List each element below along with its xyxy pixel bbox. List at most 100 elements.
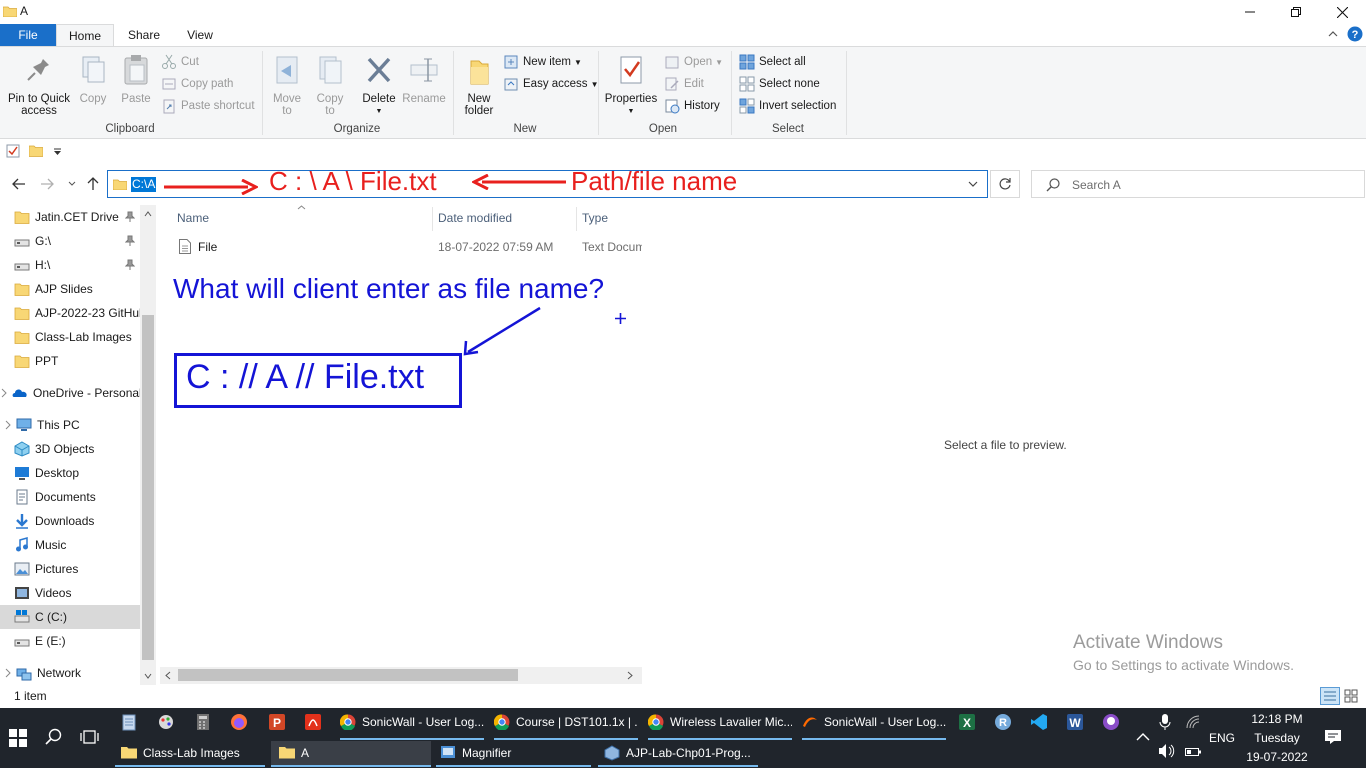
properties-button[interactable]: Properties ▼ (603, 53, 659, 118)
column-header-date-modified[interactable]: Date modified (438, 211, 512, 229)
tab-home[interactable]: Home (56, 24, 114, 46)
nav-pane-scrollbar[interactable] (140, 205, 156, 685)
firefox-icon[interactable] (230, 713, 250, 733)
column-separator[interactable] (576, 207, 577, 231)
taskbar-app-course[interactable]: Course | DST101.1x | ... (494, 710, 638, 734)
vscode-icon[interactable] (1030, 713, 1050, 733)
sidebar-item-ppt[interactable]: PPT (0, 349, 140, 373)
new-folder-button[interactable]: New folder (458, 53, 500, 117)
open-button[interactable]: Open ▼ (664, 52, 723, 72)
r-studio-icon[interactable]: R (994, 713, 1014, 733)
new-item-button[interactable]: New item ▼ (503, 52, 582, 72)
clock-date[interactable]: 19-07-2022 (1244, 750, 1310, 764)
scroll-right-icon[interactable] (627, 671, 633, 680)
rename-button[interactable]: Rename (401, 53, 447, 105)
microphone-icon[interactable] (1158, 713, 1178, 733)
sidebar-item-desktop[interactable]: Desktop (0, 461, 140, 485)
taskbar-window-a[interactable]: A (271, 741, 431, 765)
taskbar-app-sonicwall-1[interactable]: SonicWall - User Log... (340, 710, 484, 734)
collapse-ribbon-icon[interactable] (1328, 30, 1338, 38)
sidebar-item-h[interactable]: H:\ (0, 253, 140, 277)
sidebar-item-e-e[interactable]: E (E:) (0, 629, 140, 653)
input-language-indicator[interactable]: ENG (1208, 731, 1236, 745)
copy-button[interactable]: Copy (76, 53, 110, 105)
taskbar-window-magnifier[interactable]: Magnifier (436, 741, 591, 765)
chevron-right-icon[interactable] (0, 388, 8, 398)
sidebar-item-downloads[interactable]: Downloads (0, 509, 140, 533)
copy-to-button[interactable]: Copy to (311, 53, 349, 117)
move-to-button[interactable]: Move to (268, 53, 306, 117)
task-view-icon[interactable] (80, 728, 100, 748)
sidebar-item-pictures[interactable]: Pictures (0, 557, 140, 581)
scroll-up-icon[interactable] (144, 211, 152, 217)
details-view-icon[interactable] (1320, 687, 1340, 705)
chevron-right-icon[interactable] (4, 420, 12, 430)
windows-start-icon[interactable] (9, 729, 29, 749)
cut-button[interactable]: Cut (161, 52, 199, 72)
paste-button[interactable]: Paste (117, 53, 155, 105)
restore-button[interactable] (1273, 0, 1319, 24)
search-input[interactable]: Search A (1072, 178, 1121, 192)
scroll-down-icon[interactable] (144, 673, 152, 679)
large-icons-view-icon[interactable] (1344, 689, 1358, 703)
address-input[interactable]: C:\A (131, 177, 157, 192)
refresh-button[interactable] (990, 170, 1020, 198)
paste-shortcut-button[interactable]: Paste shortcut (161, 96, 255, 116)
sidebar-item-onedrive-personal[interactable]: OneDrive - Personal (0, 381, 140, 405)
search-box[interactable]: Search A (1031, 170, 1365, 198)
delete-button[interactable]: Delete ▼ (358, 53, 400, 118)
calculator-icon[interactable] (194, 713, 214, 733)
pin-to-quick-access-button[interactable]: Pin to Quick access (4, 53, 74, 117)
paint-icon[interactable] (157, 713, 177, 733)
column-header-type[interactable]: Type (582, 211, 608, 229)
select-none-button[interactable]: Select none (739, 74, 820, 94)
word-icon[interactable]: W (1066, 713, 1086, 733)
column-separator[interactable] (432, 207, 433, 231)
table-row[interactable]: File 18-07-2022 07:59 AM Text Document (170, 236, 642, 258)
acrobat-icon[interactable] (304, 713, 324, 733)
volume-icon[interactable] (1158, 743, 1178, 763)
invert-selection-button[interactable]: Invert selection (739, 96, 836, 116)
powerpoint-icon[interactable]: P (268, 713, 288, 733)
sidebar-item-g[interactable]: G:\ (0, 229, 140, 253)
sidebar-item-jatin-cet-drive[interactable]: Jatin.CET Drive (0, 205, 140, 229)
sidebar-item-network[interactable]: Network (0, 661, 140, 685)
sidebar-item-documents[interactable]: Documents (0, 485, 140, 509)
close-button[interactable] (1319, 0, 1365, 24)
notification-center-icon[interactable] (1324, 728, 1344, 748)
excel-icon[interactable]: X (958, 713, 978, 733)
copy-path-button[interactable]: Copy path (161, 74, 233, 94)
taskbar-app-sonicwall-2[interactable]: SonicWall - User Log... (802, 710, 946, 734)
sidebar-item-ajp-2022-23-github[interactable]: AJP-2022-23 GitHub (0, 301, 140, 325)
tab-view[interactable]: View (174, 24, 226, 46)
easy-access-button[interactable]: Easy access ▼ (503, 74, 598, 94)
clock-day[interactable]: Tuesday (1244, 731, 1310, 745)
github-desktop-icon[interactable] (1102, 713, 1122, 733)
column-header-name[interactable]: Name (177, 211, 209, 229)
notepad-icon[interactable] (120, 713, 140, 733)
sidebar-item-videos[interactable]: Videos (0, 581, 140, 605)
sidebar-item-c-c[interactable]: C (C:) (0, 605, 140, 629)
scroll-left-icon[interactable] (165, 671, 171, 680)
history-button[interactable]: History (664, 96, 720, 116)
address-dropdown-icon[interactable] (968, 181, 978, 188)
sidebar-item-ajp-slides[interactable]: AJP Slides (0, 277, 140, 301)
help-icon[interactable]: ? (1347, 26, 1363, 42)
back-button[interactable] (10, 175, 28, 193)
customize-qat-icon[interactable] (53, 148, 62, 156)
new-folder-qat-icon[interactable] (29, 144, 43, 157)
sidebar-item-class-lab-images[interactable]: Class-Lab Images (0, 325, 140, 349)
scrollbar-thumb[interactable] (142, 315, 154, 660)
file-list-horizontal-scrollbar[interactable] (160, 667, 642, 684)
sidebar-item-music[interactable]: Music (0, 533, 140, 557)
wifi-icon[interactable] (1185, 714, 1205, 734)
up-button[interactable] (84, 175, 102, 193)
recent-locations-button[interactable] (63, 175, 81, 193)
chevron-right-icon[interactable] (4, 668, 12, 678)
taskbar-app-wireless-mic[interactable]: Wireless Lavalier Mic... (648, 710, 792, 734)
sidebar-item-3d-objects[interactable]: 3D Objects (0, 437, 140, 461)
clock-time[interactable]: 12:18 PM (1244, 712, 1310, 726)
minimize-button[interactable] (1227, 0, 1273, 24)
edit-button[interactable]: Edit (664, 74, 704, 94)
taskbar-window-class-lab-images[interactable]: Class-Lab Images (115, 741, 265, 765)
